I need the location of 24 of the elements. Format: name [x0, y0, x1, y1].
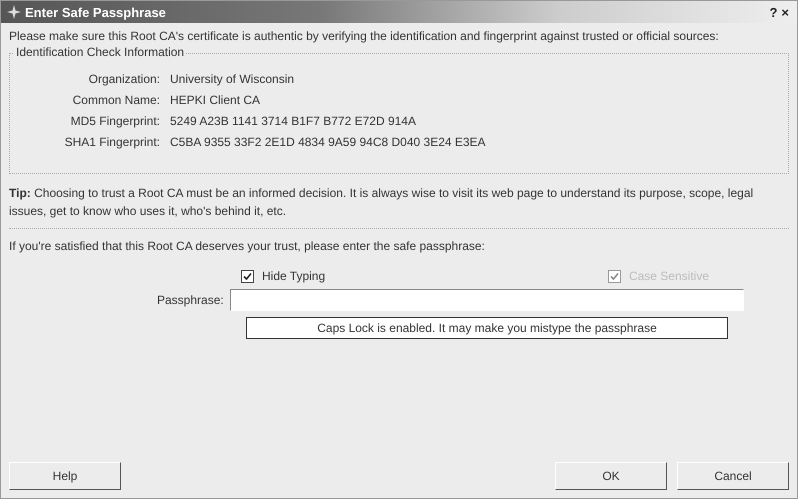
cancel-button[interactable]: Cancel [677, 462, 789, 490]
tip-text: Tip: Choosing to trust a Root CA must be an informed decision. It is always wise to visit its web page to understand its purpose, scope, legal issues, get to know who uses it, who's behind it, etc. [9, 185, 754, 220]
window-title: Enter Safe Passphrase [25, 4, 167, 20]
help-button[interactable]: ? [767, 4, 780, 20]
caps-lock-warning: Caps Lock is enabled. It may make you mistype the passphrase [246, 317, 728, 339]
checkbox[interactable] [241, 270, 254, 282]
passphrase-field[interactable] [230, 289, 744, 311]
help-button[interactable]: Help [9, 462, 121, 490]
field-label: Organization: [88, 72, 160, 86]
ok-button[interactable]: OK [555, 462, 667, 490]
checkbox-label: Hide Typing [262, 269, 326, 283]
field-value: 5249 A23B 1141 3714 B1F7 B772 E72D 914A [170, 114, 417, 128]
close-button[interactable]: × [779, 4, 791, 20]
group-title: Identification Check Information [14, 45, 186, 59]
passphrase-label: Passphrase: [157, 293, 224, 307]
field-value: HEPKI Client CA [170, 93, 262, 107]
star-icon [7, 5, 21, 19]
field-value: C5BA 9355 33F2 2E1D 4834 9A59 94C8 D040 3E24 E3EA [170, 135, 487, 149]
prompt-text: If you're satisfied that this Root CA deserves your trust, please enter the safe passphrase: [9, 238, 486, 255]
field-label: Common Name: [72, 93, 160, 107]
field-label: MD5 Fingerprint: [70, 114, 160, 128]
field-label: SHA1 Fingerprint: [64, 135, 160, 149]
intro-text: Please make sure this Root CA's certificate is authentic by verifying the identification and fingerprint against trusted or official sources: [9, 28, 720, 45]
field-value: University of Wisconsin [170, 72, 296, 86]
